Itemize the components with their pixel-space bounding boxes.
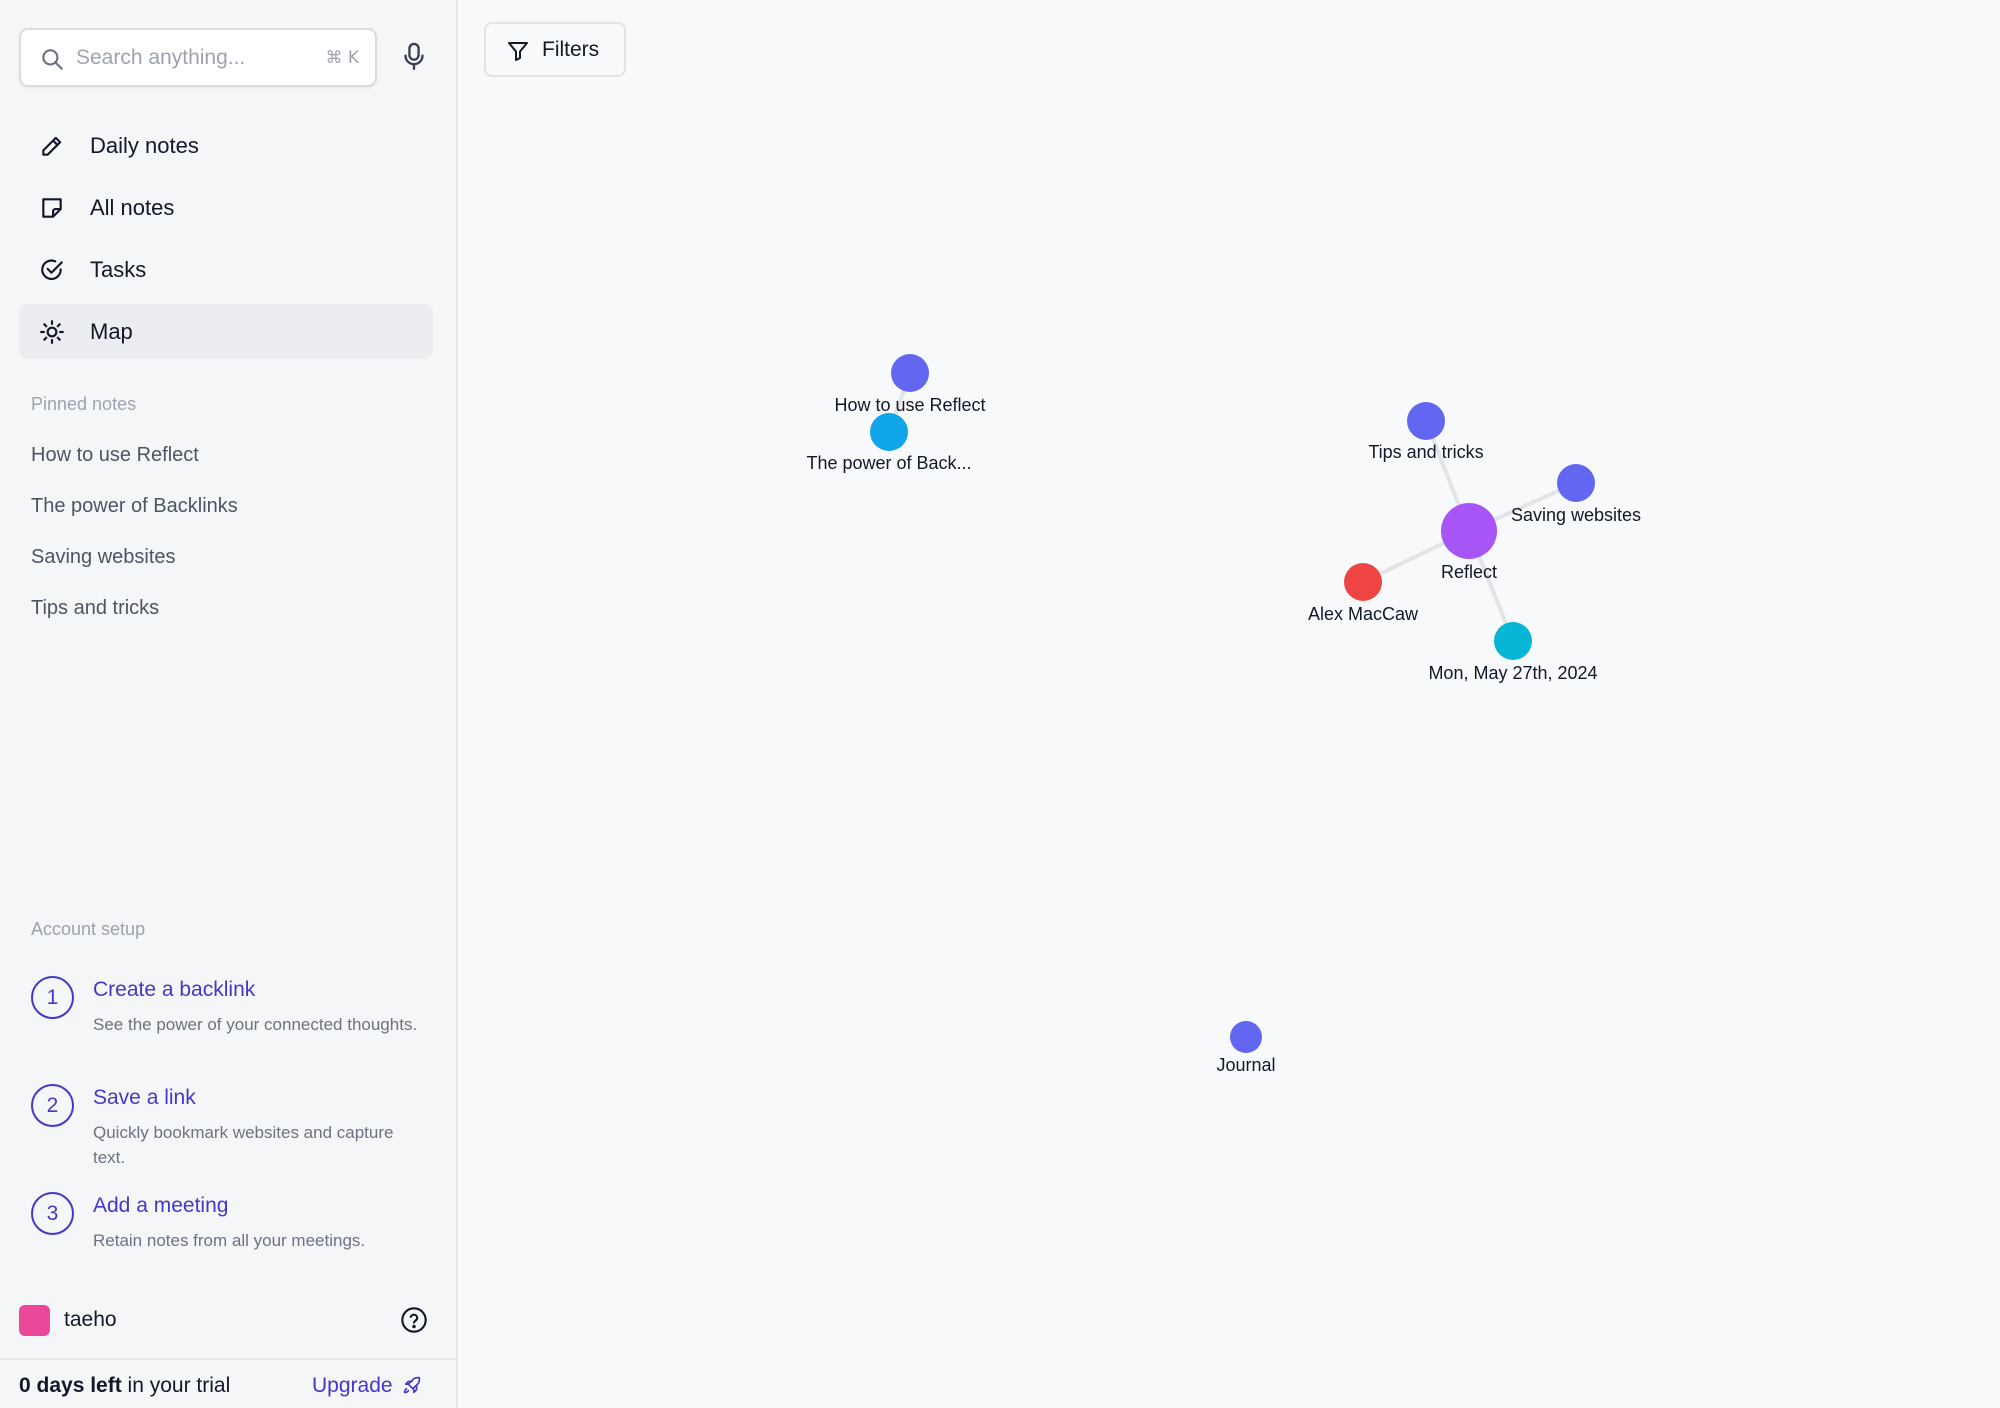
step-description: Retain notes from all your meetings. (93, 1231, 366, 1250)
graph-node-label: The power of Back... (806, 453, 971, 473)
app-window: ⌘ K Daily notes All notes (0, 0, 2000, 1408)
rocket-icon (403, 1376, 420, 1394)
graph-node-dot[interactable] (870, 413, 908, 451)
step-number-badge: 3 (31, 1192, 74, 1235)
sun-icon (40, 320, 64, 344)
setup-step[interactable]: 1 Create a backlink See the power of you… (29, 976, 429, 1084)
pencil-icon (42, 136, 62, 156)
search-box[interactable]: ⌘ K (19, 28, 377, 87)
step-number-badge: 1 (31, 976, 74, 1019)
step-number-badge: 2 (31, 1084, 74, 1127)
filters-label: Filters (542, 37, 600, 61)
step-description: Quickly bookmark websites and capture te… (93, 1123, 394, 1167)
note-icon (42, 198, 62, 218)
main-nav: Daily notes All notes Tasks Map (19, 118, 433, 366)
graph-node-dot[interactable] (1494, 622, 1532, 660)
graph-node-dot[interactable] (1441, 503, 1497, 559)
trial-status: 0 days left in your trial (19, 1374, 230, 1398)
search-input[interactable] (76, 40, 306, 76)
nav-item-map[interactable]: Map (19, 304, 433, 359)
graph-node-alex[interactable]: Alex MacCaw (1308, 563, 1419, 624)
pinned-note-item[interactable]: Tips and tricks (31, 591, 431, 642)
step-title-link[interactable]: Add a meeting (93, 1194, 228, 1218)
help-icon[interactable] (400, 1306, 428, 1334)
trial-days-left: 0 days left (19, 1374, 122, 1397)
nav-item-label: Daily notes (90, 132, 199, 158)
filters-button[interactable]: Filters (484, 22, 626, 77)
pinned-note-item[interactable]: The power of Backlinks (31, 489, 431, 540)
nav-item-all-notes[interactable]: All notes (19, 180, 433, 235)
graph-node-may27[interactable]: Mon, May 27th, 2024 (1428, 622, 1598, 683)
nav-item-label: All notes (90, 194, 175, 220)
graph-node-reflect[interactable]: Reflect (1441, 503, 1497, 582)
trial-suffix: in your trial (121, 1374, 231, 1397)
graph-node-label: Mon, May 27th, 2024 (1428, 663, 1597, 683)
username: taeho (64, 1308, 117, 1331)
graph-node-label: Alex MacCaw (1308, 604, 1419, 624)
account-setup-heading: Account setup (31, 919, 146, 939)
search-shortcut-hint: ⌘ K (325, 48, 359, 68)
setup-step[interactable]: 3 Add a meeting Retain notes from all yo… (29, 1192, 429, 1300)
nav-item-label: Tasks (90, 256, 147, 282)
graph-node-dot[interactable] (1230, 1021, 1262, 1053)
graph-node-how-to-use[interactable]: How to use Reflect (834, 354, 986, 415)
filter-icon (508, 42, 528, 61)
pinned-notes-list: How to use Reflect The power of Backlink… (31, 438, 431, 642)
pinned-note-item[interactable]: Saving websites (31, 540, 431, 591)
upgrade-label: Upgrade (312, 1374, 393, 1397)
graph-node-tips[interactable]: Tips and tricks (1368, 402, 1484, 462)
graph-node-label: How to use Reflect (834, 395, 985, 415)
note-graph[interactable]: How to use Reflect The power of Back... Ti… (460, 0, 2000, 1408)
pinned-note-item[interactable]: How to use Reflect (31, 438, 431, 489)
avatar (19, 1305, 50, 1336)
graph-node-saving[interactable]: Saving websites (1511, 464, 1641, 525)
graph-node-dot[interactable] (891, 354, 929, 392)
nav-item-daily-notes[interactable]: Daily notes (19, 118, 433, 173)
trial-bar: 0 days left in your trial Upgrade (0, 1358, 456, 1408)
graph-node-dot[interactable] (1557, 464, 1595, 502)
pinned-notes-heading: Pinned notes (31, 394, 137, 414)
setup-step[interactable]: 2 Save a link Quickly bookmark websites … (29, 1084, 429, 1192)
upgrade-link[interactable]: Upgrade (312, 1374, 423, 1398)
step-description: See the power of your connected thoughts… (93, 1015, 418, 1034)
graph-node-label: Tips and tricks (1368, 442, 1483, 462)
graph-node-dot[interactable] (1407, 402, 1445, 440)
graph-node-label: Saving websites (1511, 505, 1641, 525)
nav-item-tasks[interactable]: Tasks (19, 242, 433, 297)
map-canvas[interactable]: How to use Reflect The power of Back... Ti… (460, 0, 2000, 1408)
sidebar: ⌘ K Daily notes All notes (0, 0, 458, 1408)
nav-item-label: Map (90, 318, 133, 344)
microphone-icon[interactable] (398, 40, 430, 74)
graph-node-journal[interactable]: Journal (1216, 1021, 1276, 1075)
check-circle-icon (41, 259, 63, 281)
account-setup-list: 1 Create a backlink See the power of you… (29, 976, 429, 1300)
user-row[interactable]: taeho (19, 1305, 433, 1336)
step-title-link[interactable]: Create a backlink (93, 978, 255, 1002)
step-title-link[interactable]: Save a link (93, 1086, 196, 1110)
graph-node-label: Journal (1216, 1055, 1275, 1075)
graph-node-dot[interactable] (1344, 563, 1382, 601)
graph-node-power-backlinks[interactable]: The power of Back... (806, 413, 972, 473)
graph-node-label: Reflect (1441, 562, 1497, 582)
search-icon (42, 49, 63, 70)
graph-nodes: How to use Reflect The power of Back... Ti… (806, 354, 1641, 1075)
